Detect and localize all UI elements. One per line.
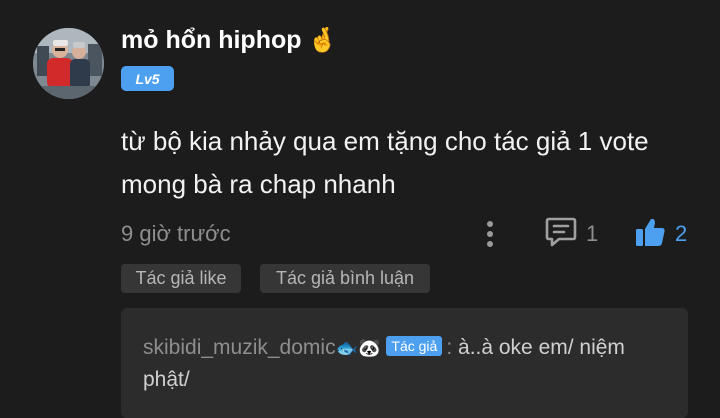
username-text: mỏ hổn hiphop — [121, 26, 302, 54]
username[interactable]: mỏ hổn hiphop 🤞 — [121, 26, 337, 55]
comment-icon — [544, 216, 578, 253]
reply-content: skibidi_muzik_domic🐟🐼 Tác giả: à..à oke e… — [143, 332, 663, 395]
author-liked-tag: Tác giả like — [121, 264, 241, 293]
thumbs-up-icon — [634, 216, 666, 253]
reply-button[interactable]: 1 — [544, 217, 598, 251]
reply-separator: : — [446, 336, 453, 359]
crossed-fingers-emoji: 🤞 — [307, 27, 338, 54]
like-button[interactable]: 2 — [634, 217, 687, 251]
reply-count: 1 — [586, 221, 599, 246]
author-badge: Tác giả — [386, 336, 443, 356]
comment-text: từ bộ kia nhảy qua em tặng cho tác giả 1… — [121, 126, 649, 199]
reply-preview[interactable]: skibidi_muzik_domic🐟🐼 Tác giả: à..à oke e… — [121, 308, 688, 418]
more-vertical-icon[interactable] — [478, 219, 502, 249]
reply-author[interactable]: skibidi_muzik_domic — [143, 336, 336, 359]
like-count: 2 — [675, 221, 688, 246]
level-badge: Lv5 — [121, 66, 174, 91]
avatar[interactable] — [33, 28, 104, 99]
fish-panda-emoji: 🐟🐼 — [335, 338, 381, 358]
comment-time: 9 giờ trước — [121, 221, 231, 246]
author-replied-tag: Tác giả bình luận — [260, 264, 430, 293]
